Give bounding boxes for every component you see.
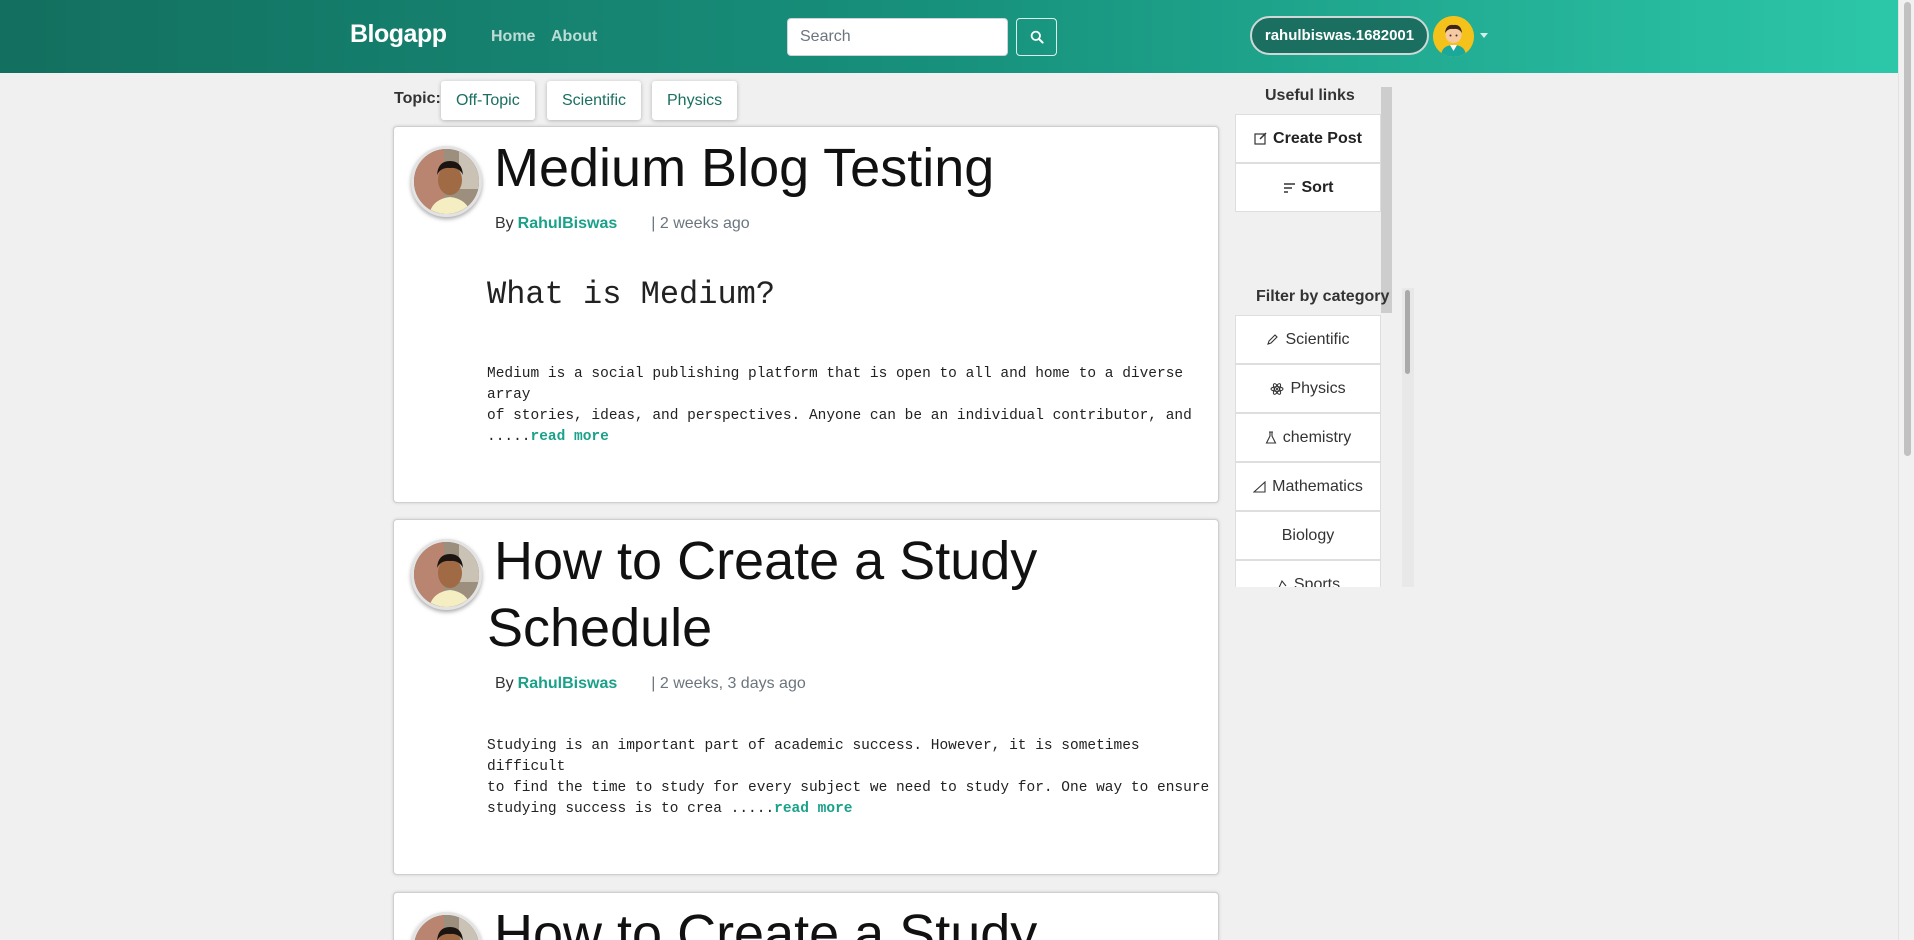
search-input[interactable]	[787, 18, 1008, 56]
useful-links-title: Useful links	[1265, 87, 1355, 104]
flask-icon	[1265, 431, 1277, 444]
post-title-line: How to Create a Study	[494, 531, 1038, 591]
post-title-line: How to Create a Study	[494, 904, 1038, 940]
filter-category-title: Filter by category	[1256, 288, 1390, 305]
user-avatar-icon	[1433, 16, 1474, 57]
triangle-icon	[1253, 480, 1266, 493]
sort-label: Sort	[1301, 178, 1334, 196]
excerpt-line: Medium is a social publishing platform t…	[487, 366, 1184, 403]
category-list: Scientific Physics chemistry Mathematics…	[1235, 315, 1381, 587]
topic-off-topic-button[interactable]: Off-Topic	[441, 81, 535, 120]
author-photo-icon	[414, 542, 479, 607]
read-more-link[interactable]: read more	[774, 801, 852, 817]
post-excerpt: Studying is an important part of academi…	[487, 736, 1217, 820]
atom-icon	[1270, 382, 1284, 396]
author-photo-icon	[414, 149, 479, 214]
post-byline: By RahulBiswas | 2 weeks ago	[495, 215, 750, 233]
post-title-line: Schedule	[487, 598, 713, 658]
author-link[interactable]: RahulBiswas	[518, 215, 618, 232]
user-menu-button[interactable]: rahulbiswas.1682001	[1250, 16, 1429, 55]
category-label: chemistry	[1282, 428, 1352, 446]
sort-button[interactable]: Sort	[1235, 163, 1381, 212]
author-photo-icon	[414, 915, 479, 940]
author-avatar[interactable]	[411, 912, 482, 940]
author-link[interactable]: RahulBiswas	[518, 675, 618, 692]
chevron-down-icon[interactable]	[1480, 33, 1488, 38]
excerpt-line: Studying is an important part of academi…	[487, 738, 1140, 775]
topic-scientific-button[interactable]: Scientific	[547, 81, 642, 120]
search-button[interactable]	[1016, 18, 1057, 56]
category-scrollbar-thumb[interactable]	[1405, 290, 1410, 374]
topic-physics-button[interactable]: Physics	[652, 81, 738, 120]
by-label: By	[495, 675, 514, 692]
category-label: Scientific	[1285, 330, 1350, 348]
category-mathematics[interactable]: Mathematics	[1235, 462, 1381, 511]
nav-link-home[interactable]: Home	[491, 28, 535, 46]
user-avatar[interactable]	[1433, 16, 1474, 57]
category-sports[interactable]: Sports	[1235, 560, 1381, 587]
brand-logo[interactable]: Blogapp	[350, 20, 447, 49]
category-biology[interactable]: Biology	[1235, 511, 1381, 560]
post-heading: What is Medium?	[487, 276, 776, 313]
useful-links-scrollbar[interactable]	[1381, 87, 1392, 313]
post-byline: By RahulBiswas | 2 weeks, 3 days ago	[495, 675, 806, 693]
create-post-button[interactable]: Create Post	[1235, 114, 1381, 163]
sports-icon	[1276, 579, 1288, 587]
excerpt-line: to find the time to study for every subj…	[487, 780, 1210, 796]
post-title[interactable]: Medium Blog Testing	[494, 135, 994, 202]
category-scientific[interactable]: Scientific	[1235, 315, 1381, 364]
read-more-link[interactable]: read more	[531, 429, 609, 445]
post-card: How to Create a Study	[393, 892, 1219, 940]
author-avatar[interactable]	[411, 146, 482, 217]
post-card: Medium Blog Testing By RahulBiswas | 2 wee…	[393, 126, 1219, 503]
nav-link-about[interactable]: About	[551, 28, 597, 46]
category-label: Sports	[1293, 575, 1341, 588]
post-card: How to Create a Study Schedule By RahulBi…	[393, 519, 1219, 875]
post-excerpt: Medium is a social publishing platform t…	[487, 364, 1217, 448]
excerpt-line: .....	[487, 429, 531, 445]
author-avatar[interactable]	[411, 539, 482, 610]
by-label: By	[495, 215, 514, 232]
topic-label: Topic:	[394, 90, 441, 107]
post-title-line: Medium Blog Testing	[494, 138, 995, 198]
page-scrollbar-thumb[interactable]	[1904, 2, 1911, 456]
post-title[interactable]: How to Create a Study	[494, 901, 1037, 940]
username-label: rahulbiswas.1682001	[1264, 27, 1415, 44]
excerpt-line: studying success is to crea .....	[487, 801, 775, 817]
category-label: Biology	[1281, 526, 1335, 544]
search-icon	[1030, 30, 1044, 44]
create-post-label: Create Post	[1273, 129, 1362, 147]
category-label: Physics	[1290, 379, 1346, 397]
navbar: Blogapp Home About rahulbiswas.1682001	[0, 0, 1898, 73]
sort-icon	[1283, 182, 1296, 194]
pen-icon	[1266, 333, 1279, 346]
post-date: | 2 weeks, 3 days ago	[651, 675, 806, 692]
post-title[interactable]: How to Create a Study Schedule	[487, 528, 1038, 662]
edit-icon	[1254, 132, 1267, 145]
category-physics[interactable]: Physics	[1235, 364, 1381, 413]
post-date: | 2 weeks ago	[651, 215, 750, 232]
excerpt-line: of stories, ideas, and perspectives. Any…	[487, 408, 1192, 424]
category-label: Mathematics	[1272, 477, 1363, 495]
category-chemistry[interactable]: chemistry	[1235, 413, 1381, 462]
